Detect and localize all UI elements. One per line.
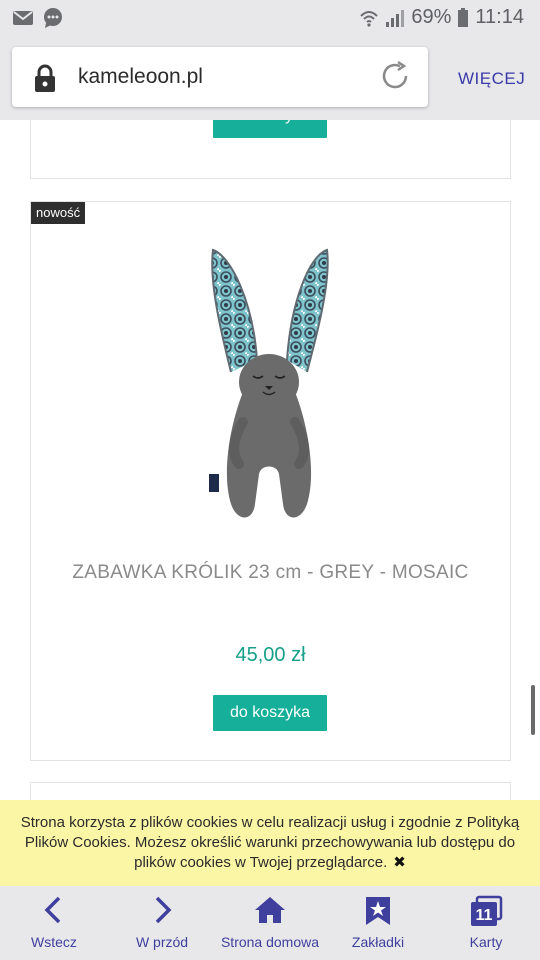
back-button[interactable]: Wstecz bbox=[0, 886, 108, 960]
reload-icon[interactable] bbox=[378, 59, 412, 93]
battery-percent: 69% bbox=[411, 6, 452, 28]
back-label: Wstecz bbox=[31, 934, 77, 950]
product-card: nowość ZABAWKA KRÓLIK 23 cm - GREY - MOS… bbox=[30, 201, 511, 761]
lock-icon bbox=[35, 64, 55, 92]
product-price: 45,00 zł bbox=[235, 644, 306, 666]
add-to-cart-button[interactable]: do koszyka bbox=[213, 120, 327, 138]
bookmarks-label: Zakładki bbox=[351, 934, 405, 950]
home-button[interactable]: Strona domowa bbox=[216, 886, 324, 960]
tabs-label: Karty bbox=[469, 934, 503, 950]
wifi-icon bbox=[360, 10, 379, 27]
product-card-next bbox=[30, 782, 511, 800]
tabs-button[interactable]: 11 Karty bbox=[432, 886, 540, 960]
tabs-count: 11 bbox=[476, 907, 493, 924]
browser-bottom-nav: Wstecz W przód Strona domowa Zakładki 11… bbox=[0, 886, 540, 960]
cookie-text: Strona korzysta z plików cookies w celu … bbox=[20, 814, 520, 871]
product-title[interactable]: ZABAWKA KRÓLIK 23 cm - GREY - MOSAIC bbox=[31, 562, 510, 584]
product-card-previous: do koszyka bbox=[30, 120, 511, 179]
status-system: 69% 11:14 bbox=[359, 6, 524, 29]
clock: 11:14 bbox=[475, 6, 524, 28]
cookie-banner: Strona korzysta z plików cookies w celu … bbox=[0, 800, 540, 886]
forward-button[interactable]: W przód bbox=[108, 886, 216, 960]
add-to-cart-button[interactable]: do koszyka bbox=[213, 695, 327, 731]
url-text[interactable]: kameleoon.pl bbox=[78, 65, 203, 89]
chevron-right-icon bbox=[155, 896, 172, 924]
mail-icon bbox=[13, 11, 33, 25]
browser-screen: 69% 11:14 kameleoon.pl WIĘCEJ do bbox=[0, 0, 540, 960]
forward-label: W przód bbox=[135, 934, 189, 950]
scrollbar[interactable] bbox=[531, 685, 535, 735]
chat-icon bbox=[44, 8, 62, 28]
new-badge: nowość bbox=[31, 202, 86, 224]
product-image-bunny-toy[interactable] bbox=[191, 242, 351, 532]
web-page: do koszyka nowość bbox=[0, 120, 540, 800]
home-label: Strona domowa bbox=[220, 934, 320, 950]
bookmark-star-icon bbox=[366, 897, 390, 925]
chevron-left-icon bbox=[44, 896, 61, 924]
browser-toolbar: kameleoon.pl WIĘCEJ bbox=[0, 36, 540, 120]
home-icon bbox=[255, 897, 285, 923]
close-icon[interactable]: ✖ bbox=[393, 853, 406, 873]
tabs-icon: 11 bbox=[471, 895, 503, 926]
status-bar: 69% 11:14 bbox=[0, 0, 540, 36]
battery-icon bbox=[458, 7, 469, 27]
more-menu-button[interactable]: WIĘCEJ bbox=[458, 69, 525, 89]
signal-icon bbox=[386, 9, 405, 27]
bookmarks-button[interactable]: Zakładki bbox=[324, 886, 432, 960]
address-bar[interactable]: kameleoon.pl bbox=[12, 47, 428, 107]
status-notifications bbox=[12, 7, 64, 29]
